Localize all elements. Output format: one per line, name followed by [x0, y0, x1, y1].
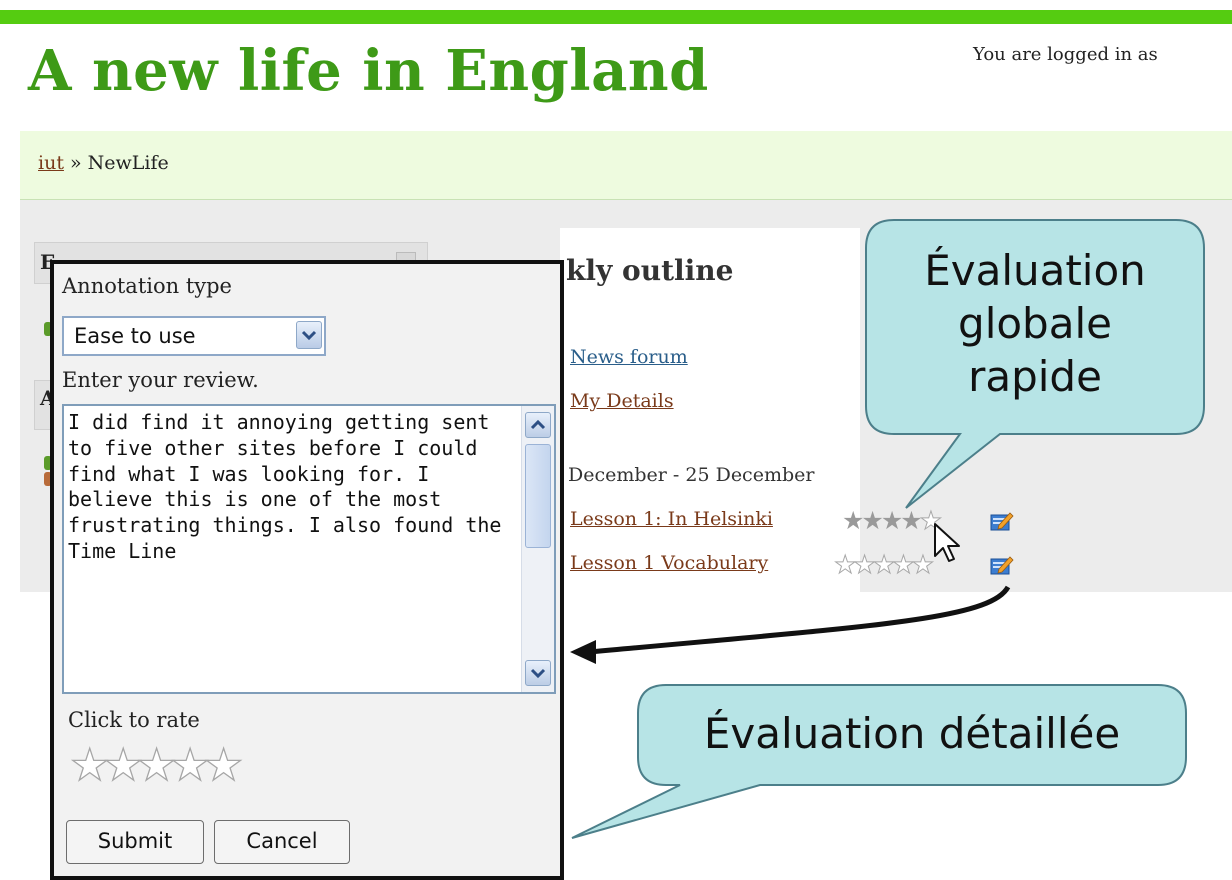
cancel-button[interactable]: Cancel	[214, 820, 350, 864]
review-text[interactable]: I did find it annoying getting sent to f…	[68, 410, 516, 688]
annotation-dialog: Annotation type Ease to use Enter your r…	[50, 260, 564, 880]
callout-quick-text: Évaluation globale rapide	[924, 246, 1146, 401]
scroll-thumb[interactable]	[525, 444, 551, 548]
annotation-type-select[interactable]: Ease to use	[62, 316, 326, 356]
arrow-head-icon	[570, 640, 596, 664]
scroll-down-icon[interactable]	[525, 660, 551, 686]
chevron-down-icon[interactable]	[296, 321, 322, 349]
textarea-scrollbar[interactable]	[521, 406, 554, 692]
callout-detailed-text: Évaluation détaillée	[703, 709, 1121, 758]
rating-star[interactable]: ★	[170, 743, 211, 788]
rate-label: Click to rate	[68, 708, 200, 732]
detailed-rating-stars[interactable]: ★★★★★	[69, 743, 244, 788]
annotation-type-value: Ease to use	[74, 324, 196, 348]
submit-button[interactable]: Submit	[66, 820, 204, 864]
scroll-up-icon[interactable]	[525, 412, 551, 438]
review-label: Enter your review.	[62, 368, 259, 392]
rating-star[interactable]: ★	[136, 743, 177, 788]
rating-star[interactable]: ★	[103, 743, 144, 788]
rating-star[interactable]: ★	[69, 743, 110, 788]
annotation-type-label: Annotation type	[62, 274, 232, 298]
review-textarea[interactable]: I did find it annoying getting sent to f…	[62, 404, 556, 694]
rating-star[interactable]: ★	[203, 743, 244, 788]
